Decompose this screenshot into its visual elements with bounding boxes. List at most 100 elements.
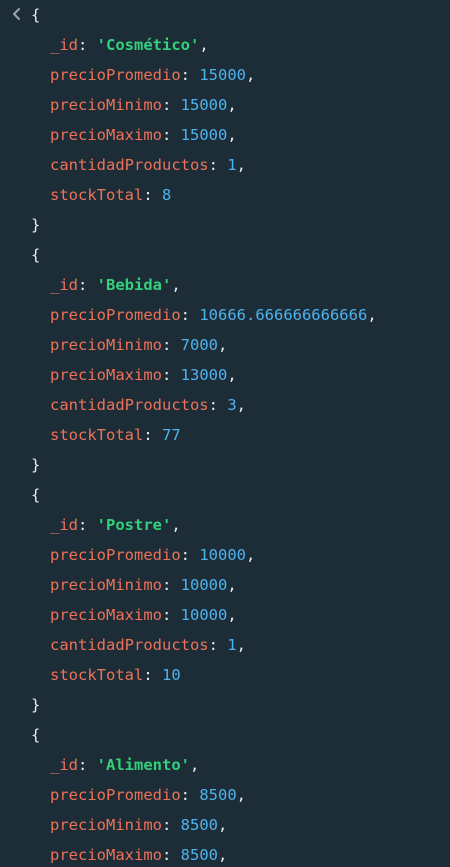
field-colon: : <box>143 666 162 684</box>
field-value: 7000 <box>180 336 218 354</box>
open-brace: { <box>31 6 41 24</box>
field-value: 13000 <box>180 366 228 384</box>
close-brace: } <box>31 216 41 234</box>
field-row: precioMinimo: 10000, <box>50 570 237 600</box>
field-comma: , <box>236 636 246 654</box>
field-colon: : <box>208 396 228 414</box>
field-value: 10 <box>162 666 181 684</box>
shell-output-panel: { _id: 'Cosmético', precioPromedio: 1500… <box>0 0 450 867</box>
field-value: 15000 <box>180 126 228 144</box>
field-key: precioMinimo <box>50 96 162 114</box>
field-comma: , <box>190 756 200 774</box>
field-key: precioMinimo <box>50 816 162 834</box>
field-comma: , <box>217 846 228 864</box>
field-value: 10000 <box>199 546 246 564</box>
field-colon: : <box>161 126 181 144</box>
field-colon: : <box>161 846 181 864</box>
field-key: stockTotal <box>50 186 144 204</box>
field-key: precioMaximo <box>50 366 162 384</box>
field-key: stockTotal <box>50 426 144 444</box>
field-comma: , <box>236 786 246 804</box>
field-key: precioPromedio <box>50 306 181 324</box>
field-key: precioMaximo <box>50 126 162 144</box>
field-row: precioPromedio: 10666.666666666666, <box>50 300 377 330</box>
id-value: 'Postre' <box>96 516 172 534</box>
field-colon: : <box>208 156 228 174</box>
field-value: 8 <box>162 186 172 204</box>
field-key: cantidadProductos <box>50 156 209 174</box>
field-key: precioMinimo <box>50 576 162 594</box>
field-key: precioPromedio <box>50 786 181 804</box>
field-key: _id <box>50 276 78 294</box>
id-field: _id: 'Cosmético', <box>50 30 209 60</box>
open-brace: { <box>31 726 41 744</box>
field-key: precioMaximo <box>50 846 162 864</box>
field-colon: : <box>161 336 181 354</box>
id-value: 'Alimento' <box>96 756 190 774</box>
field-comma: , <box>227 576 237 594</box>
id-field: _id: 'Postre', <box>50 510 181 540</box>
field-row: stockTotal: 77 <box>50 420 181 450</box>
field-comma: , <box>227 606 237 624</box>
field-comma: , <box>236 156 246 174</box>
field-comma: , <box>171 276 181 294</box>
field-comma: , <box>199 36 209 54</box>
close-brace: } <box>31 456 41 474</box>
chevron-left-icon[interactable] <box>10 5 24 23</box>
field-colon: : <box>180 786 200 804</box>
field-value: 10000 <box>180 606 228 624</box>
field-value: 1 <box>227 156 237 174</box>
field-comma: , <box>217 816 228 834</box>
field-comma: , <box>227 96 237 114</box>
id-field: _id: 'Alimento', <box>50 750 199 780</box>
field-value: 8500 <box>180 816 218 834</box>
id-value: 'Cosmético' <box>96 36 200 54</box>
field-row: precioPromedio: 10000, <box>50 540 255 570</box>
field-key: _id <box>50 756 78 774</box>
field-key: precioPromedio <box>50 546 181 564</box>
id-field: _id: 'Bebida', <box>50 270 181 300</box>
field-colon: : <box>180 546 200 564</box>
field-row: precioMinimo: 7000, <box>50 330 227 360</box>
field-comma: , <box>227 366 237 384</box>
field-colon: : <box>161 606 181 624</box>
field-colon: : <box>78 516 97 534</box>
field-row: precioMaximo: 8500, <box>50 840 227 867</box>
field-colon: : <box>161 96 181 114</box>
field-colon: : <box>161 576 181 594</box>
field-comma: , <box>227 126 237 144</box>
field-key: stockTotal <box>50 666 144 684</box>
field-colon: : <box>180 306 200 324</box>
field-comma: , <box>367 306 377 324</box>
field-row: cantidadProductos: 3, <box>50 390 246 420</box>
field-row: stockTotal: 8 <box>50 180 171 210</box>
field-key: cantidadProductos <box>50 636 209 654</box>
field-colon: : <box>143 426 162 444</box>
open-brace: { <box>31 486 41 504</box>
field-value: 10666.666666666666 <box>199 306 368 324</box>
field-row: stockTotal: 10 <box>50 660 181 690</box>
field-key: cantidadProductos <box>50 396 209 414</box>
field-key: precioMinimo <box>50 336 162 354</box>
field-row: precioMinimo: 8500, <box>50 810 227 840</box>
field-comma: , <box>246 546 256 564</box>
field-row: precioPromedio: 8500, <box>50 780 246 810</box>
field-value: 77 <box>162 426 181 444</box>
field-colon: : <box>161 366 181 384</box>
field-value: 1 <box>227 636 237 654</box>
field-value: 8500 <box>199 786 237 804</box>
field-row: precioMaximo: 10000, <box>50 600 237 630</box>
field-row: cantidadProductos: 1, <box>50 150 246 180</box>
field-comma: , <box>236 396 246 414</box>
field-value: 3 <box>227 396 237 414</box>
open-brace: { <box>31 246 41 264</box>
id-value: 'Bebida' <box>96 276 172 294</box>
field-value: 15000 <box>180 96 228 114</box>
field-value: 8500 <box>180 846 218 864</box>
field-row: precioPromedio: 15000, <box>50 60 255 90</box>
field-key: precioPromedio <box>50 66 181 84</box>
field-row: precioMinimo: 15000, <box>50 90 237 120</box>
field-colon: : <box>78 36 97 54</box>
field-colon: : <box>78 276 97 294</box>
field-key: _id <box>50 516 78 534</box>
